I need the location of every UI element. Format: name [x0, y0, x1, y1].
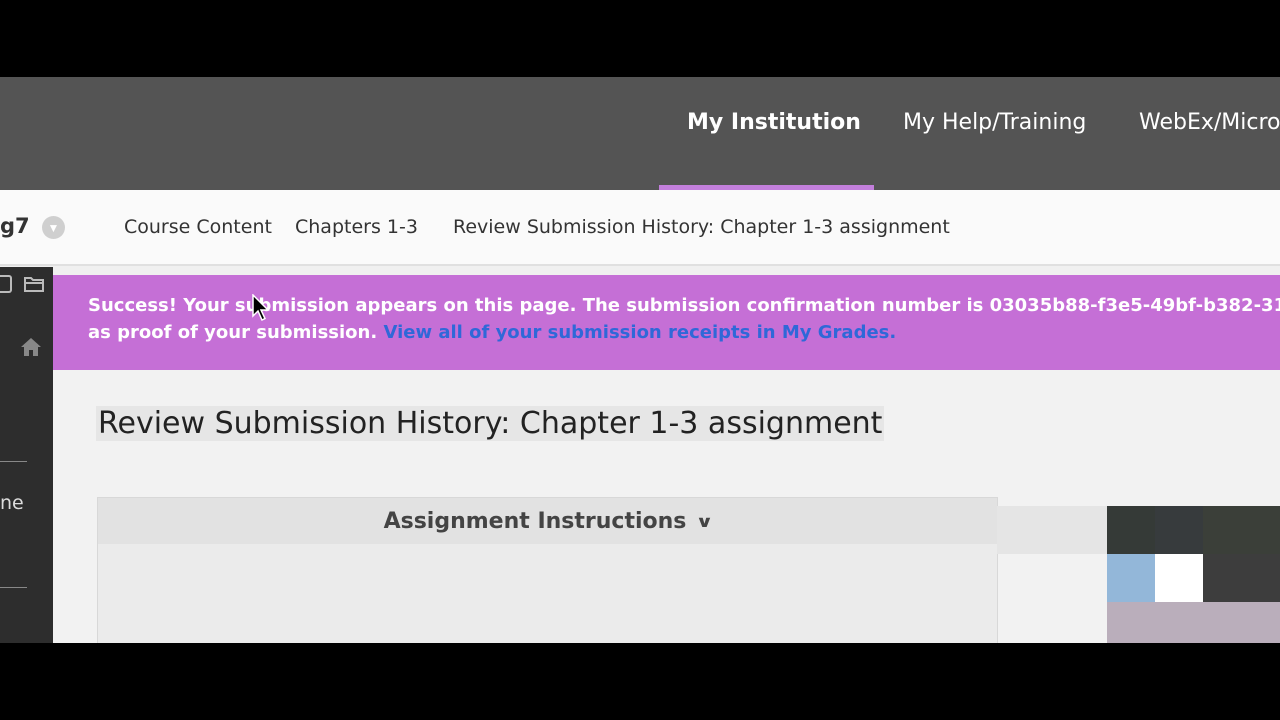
- success-message-line2: as proof of your submission. View all of…: [88, 322, 896, 343]
- browser-viewport: My Institution My Help/Training WebEx/Mi…: [0, 77, 1280, 643]
- rail-divider: [0, 587, 27, 588]
- breadcrumb: g7 ▼ Course Content Chapters 1-3 Review …: [0, 190, 1280, 266]
- folder-icon[interactable]: [24, 275, 44, 298]
- top-navigation: My Institution My Help/Training WebEx/Mi…: [0, 77, 1280, 190]
- course-menu-rail: ne: [0, 267, 53, 643]
- course-name[interactable]: g7: [0, 214, 30, 238]
- breadcrumb-current-page: Review Submission History: Chapter 1-3 a…: [453, 216, 950, 238]
- mouse-cursor-icon: [252, 293, 270, 327]
- breadcrumb-chapters[interactable]: Chapters 1-3: [295, 216, 418, 238]
- tab-my-institution[interactable]: My Institution: [687, 110, 861, 135]
- breadcrumb-course-content[interactable]: Course Content: [124, 216, 272, 238]
- rail-item-label[interactable]: ne: [0, 492, 24, 514]
- rail-divider: [0, 461, 27, 462]
- assignment-instructions-panel: Assignment Instructions ∨: [97, 497, 998, 643]
- page-title: Review Submission History: Chapter 1-3 a…: [96, 406, 885, 441]
- proof-text: as proof of your submission.: [88, 322, 384, 343]
- chevron-down-icon[interactable]: ▼: [42, 216, 65, 239]
- success-banner: Success! Your submission appears on this…: [53, 275, 1280, 370]
- view-receipts-link[interactable]: View all of your submission receipts in …: [383, 322, 896, 343]
- menu-edge-icon[interactable]: [0, 275, 12, 293]
- home-icon[interactable]: [20, 337, 42, 362]
- tab-webex[interactable]: WebEx/Micros: [1139, 110, 1280, 135]
- assignment-instructions-label: Assignment Instructions: [383, 508, 687, 534]
- chevron-down-icon: ∨: [695, 511, 714, 531]
- assignment-instructions-toggle[interactable]: Assignment Instructions ∨: [98, 498, 997, 544]
- tab-my-help-training[interactable]: My Help/Training: [903, 110, 1086, 135]
